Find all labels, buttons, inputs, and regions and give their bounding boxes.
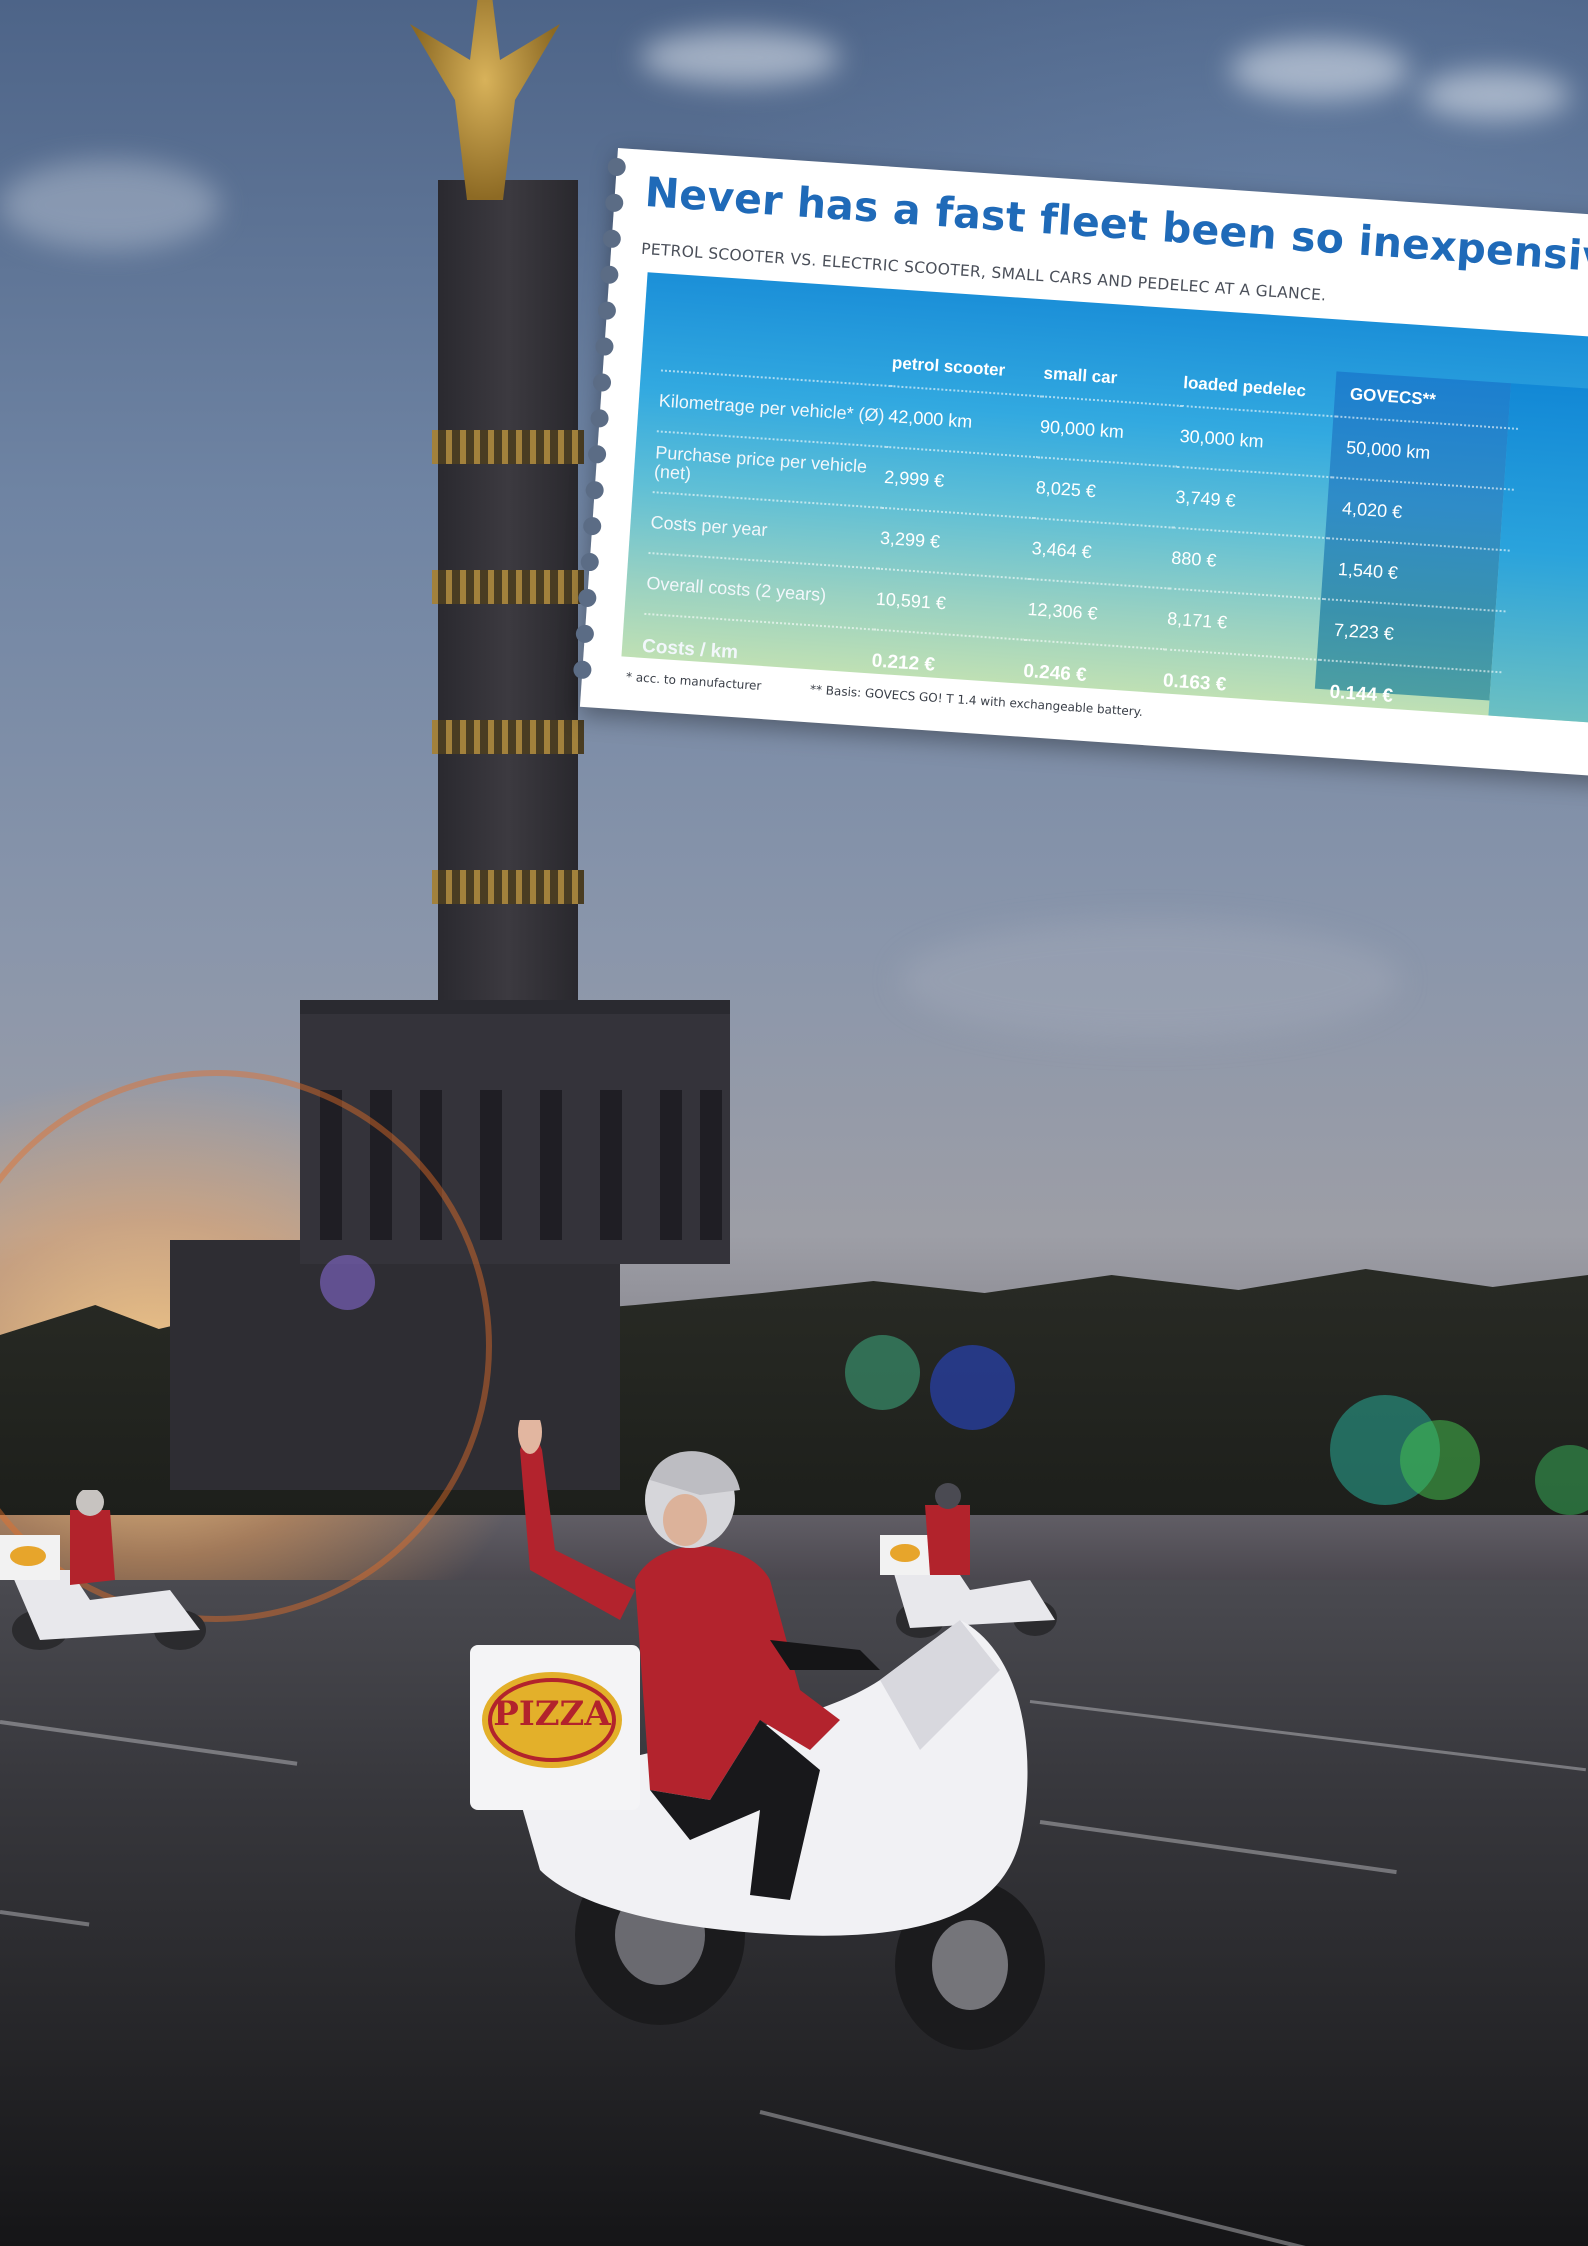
cost-comparison-card: Never has a fast fleet been so inexpensi…: [572, 148, 1588, 783]
cloud: [1230, 40, 1410, 100]
perforation: [580, 552, 600, 572]
cell-loaded-pedelec: 880 €: [1169, 527, 1329, 600]
cell-loaded-pedelec: 30,000 km: [1177, 405, 1337, 478]
column-header-loaded-pedelec: loaded pedelec: [1182, 373, 1307, 401]
perforation: [575, 624, 595, 644]
cloud: [1420, 70, 1570, 120]
gold-ornament-band: [432, 720, 584, 754]
pillar: [540, 1090, 562, 1240]
cell-govecs: 0.144 €: [1315, 659, 1502, 737]
perforation: [604, 193, 624, 213]
pillar: [660, 1090, 682, 1240]
cloud: [900, 920, 1400, 1040]
cell-petrol-scooter: 10,591 €: [873, 568, 1030, 640]
main-scooter-rider: PIZZA: [470, 1420, 1045, 2050]
perforation: [597, 301, 617, 321]
cell-small-car: 3,464 €: [1029, 518, 1174, 589]
pizza-box-label: PIZZA: [493, 1694, 611, 1734]
pillar: [700, 1090, 722, 1240]
perforation: [577, 588, 597, 608]
gold-ornament-band: [432, 430, 584, 464]
column-header-small-car: small car: [1043, 363, 1118, 388]
comparison-table-panel: petrol scooter small car loaded pedelec …: [621, 272, 1588, 737]
cell-petrol-scooter: 3,299 €: [877, 507, 1034, 579]
perforation: [587, 444, 607, 464]
perforation: [572, 660, 593, 680]
cell-petrol-scooter: 2,999 €: [882, 446, 1038, 519]
cell-loaded-pedelec: 8,171 €: [1165, 588, 1324, 660]
gold-ornament-band: [432, 870, 584, 904]
pillar: [600, 1090, 622, 1240]
perforation: [594, 336, 615, 357]
perforation: [607, 157, 627, 177]
perforation: [599, 265, 619, 285]
lens-flare: [845, 1335, 920, 1410]
cell-small-car: 8,025 €: [1033, 457, 1178, 528]
perforation: [602, 229, 622, 249]
lens-flare: [1400, 1420, 1480, 1500]
perforation: [592, 372, 612, 393]
cell-small-car: 12,306 €: [1025, 578, 1170, 650]
lens-flare: [320, 1255, 375, 1310]
cloud: [640, 30, 840, 85]
cloud: [0, 160, 220, 250]
cell-loaded-pedelec: 3,749 €: [1173, 466, 1333, 539]
gold-ornament-band: [432, 570, 584, 604]
perforation: [582, 516, 602, 536]
cost-comparison-table: petrol scooter small car loaded pedelec …: [639, 312, 1522, 739]
cell-petrol-scooter: 42,000 km: [886, 386, 1043, 458]
column-header-petrol-scooter: petrol scooter: [891, 353, 1006, 380]
perforation: [589, 408, 610, 428]
cell-small-car: 90,000 km: [1037, 396, 1182, 467]
pillar: [480, 1090, 502, 1240]
perforation: [585, 480, 605, 500]
lens-flare: [930, 1345, 1015, 1430]
background-scooter-rider-left: [0, 1490, 206, 1650]
